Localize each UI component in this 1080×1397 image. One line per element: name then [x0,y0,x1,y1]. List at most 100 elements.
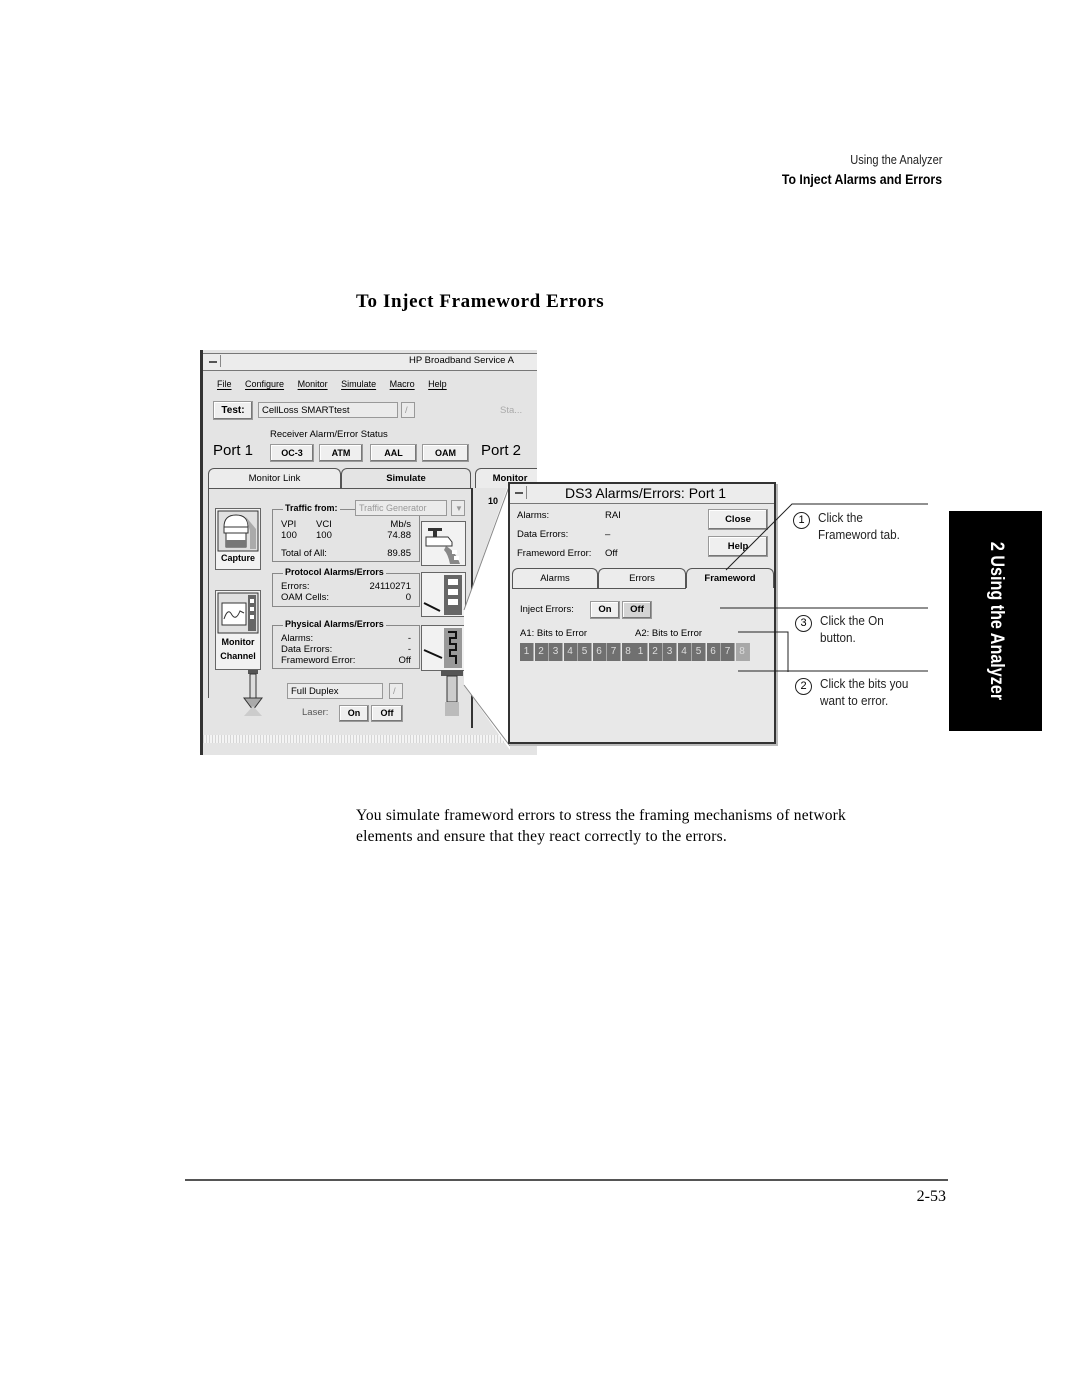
protocol-errors-value: 24110271 [369,581,411,592]
inject-errors-label: Inject Errors: [520,604,574,615]
running-header-section: To Inject Alarms and Errors [781,171,942,187]
a1-bit-5[interactable]: 5 [578,643,592,661]
menu-macro[interactable]: Macro [390,379,415,389]
footer-rule [185,1179,948,1181]
physical-alarms-value: - [407,633,411,644]
monitor-channel-button[interactable]: Monitor Channel [215,590,261,670]
a1-bit-7[interactable]: 7 [607,643,621,661]
tab-panel-border [208,488,472,489]
callout-3-line-1: Click the On [820,613,884,628]
port1-label: Port 1 [213,442,254,459]
protocol-errors-label: Errors: [281,581,310,592]
app-title: HP Broadband Service A [409,355,514,366]
monitor-channel-label-2: Channel [220,651,256,661]
callout-1-line-1: Click the [818,510,863,525]
physical-alarms-group: Physical Alarms/Errors Alarms: - Data Er… [272,619,420,669]
page-number: 2-53 [916,1188,946,1205]
callout-3-line-2: button. [820,630,856,645]
receiver-status-label: Receiver Alarm/Error Status [270,429,388,440]
laser-on-button[interactable]: On [339,705,369,722]
traffic-source-select[interactable]: Traffic Generator [355,500,447,516]
transmit-arrow-icon [243,670,263,716]
a2-bit-2[interactable]: 2 [648,643,663,661]
section-title: To Inject Frameword Errors [356,291,605,312]
vci-header: VCI [316,519,332,530]
laser-off-button[interactable]: Off [371,705,403,722]
physical-data-errors-label: Data Errors: [281,644,333,655]
dialog-alarms-value: RAI [605,510,621,521]
dialog-data-errors-value: – [605,529,611,540]
tab-panel-border-left [208,488,209,698]
traffic-group: Traffic from: VPI VCI Mb/s 100 100 74.88… [272,503,420,562]
physical-alarms-label: Alarms: [281,633,314,644]
physical-frameword-error-label: Frameword Error: [281,655,356,666]
dialog-tab-alarms[interactable]: Alarms [512,568,598,588]
test-dropdown-icon[interactable]: / [401,402,415,418]
callout-1-line-2: Frameword tab. [818,527,900,542]
callout-number-1: 1 [793,512,810,529]
total-label: Total of All: [281,548,327,559]
a1-bit-4[interactable]: 4 [563,643,578,661]
capture-icon [217,510,259,552]
monitor-channel-label-1: Monitor [221,637,255,647]
a1-bit-3[interactable]: 3 [549,643,563,661]
inject-on-button[interactable]: On [590,601,620,619]
protocol-alarms-group: Protocol Alarms/Errors Errors: 24110271 … [272,567,420,607]
callout-number-2: 2 [795,678,812,695]
callout-2-line-1: Click the bits you [820,676,909,691]
traffic-from-label: Traffic from: [283,503,340,513]
window-menu-icon[interactable] [207,355,221,367]
chapter-side-tab-label: 2 Using the Analyzer [985,541,1007,701]
dialog-frameword-error-value: Off [605,548,618,559]
menu-monitor[interactable]: Monitor [298,379,328,389]
running-header-chapter: Using the Analyzer [849,152,942,167]
oam-cells-value: 0 [405,592,411,603]
a1-bit-6[interactable]: 6 [592,643,607,661]
vpi-header: VPI [281,519,297,530]
status-button-aal[interactable]: AAL [370,444,417,462]
a2-bit-1[interactable]: 1 [634,643,648,661]
duplex-dropdown-icon[interactable]: / [389,683,403,699]
a2-bit-6[interactable]: 6 [706,643,721,661]
test-name-field[interactable]: CellLoss SMARTtest [258,402,398,418]
callout-number-3: 3 [795,615,812,632]
menu-configure[interactable]: Configure [245,379,284,389]
physical-data-errors-value: - [407,644,411,655]
dialog-menu-icon[interactable] [513,486,527,499]
a2-bit-5[interactable]: 5 [692,643,706,661]
callout-3-text: Click the On button. [820,612,884,646]
a1-bits-label: A1: Bits to Error [520,628,588,639]
a2-bits-label: A2: Bits to Error [635,628,703,639]
dialog-tab-errors[interactable]: Errors [598,568,686,588]
menu-simulate[interactable]: Simulate [341,379,376,389]
test-button[interactable]: Test: [213,401,253,420]
status-button-oam[interactable]: OAM [422,444,469,462]
vpi-value: 100 [281,530,297,541]
dialog-alarms-label: Alarms: [517,510,550,521]
protocol-alarms-title: Protocol Alarms/Errors [283,567,386,577]
oam-cells-label: OAM Cells: [281,592,330,603]
capture-button[interactable]: Capture [215,508,261,570]
body-paragraph: You simulate frameword errors to stress … [356,807,846,845]
status-button-atm[interactable]: ATM [319,444,363,462]
tab-monitor-link[interactable]: Monitor Link [208,468,341,488]
a2-bit-4[interactable]: 4 [677,643,692,661]
physical-alarms-title: Physical Alarms/Errors [283,619,386,629]
a2-bit-3[interactable]: 3 [663,643,677,661]
dialog-frameword-error-label: Frameword Error: [517,548,592,559]
chapter-side-tab: 2 Using the Analyzer [949,511,1042,731]
mbs-header: Mb/s [390,519,411,530]
menu-help[interactable]: Help [428,379,447,389]
a1-bit-1[interactable]: 1 [520,643,534,661]
status-button-oc3[interactable]: OC-3 [270,444,314,462]
dialog-title: DS3 Alarms/Errors: Port 1 [565,485,727,501]
callout-2-text: Click the bits you want to error. [820,675,908,709]
menu-file[interactable]: File [217,379,232,389]
app-title-bar: HP Broadband Service A [203,353,537,371]
menu-bar: File Configure Monitor Simulate Macro He… [217,379,458,389]
start-button[interactable]: Sta... [500,405,522,416]
duplex-select[interactable]: Full Duplex [287,683,383,699]
a1-bit-2[interactable]: 2 [534,643,549,661]
inject-off-button[interactable]: Off [622,601,652,619]
mbs-value: 74.88 [387,530,411,541]
